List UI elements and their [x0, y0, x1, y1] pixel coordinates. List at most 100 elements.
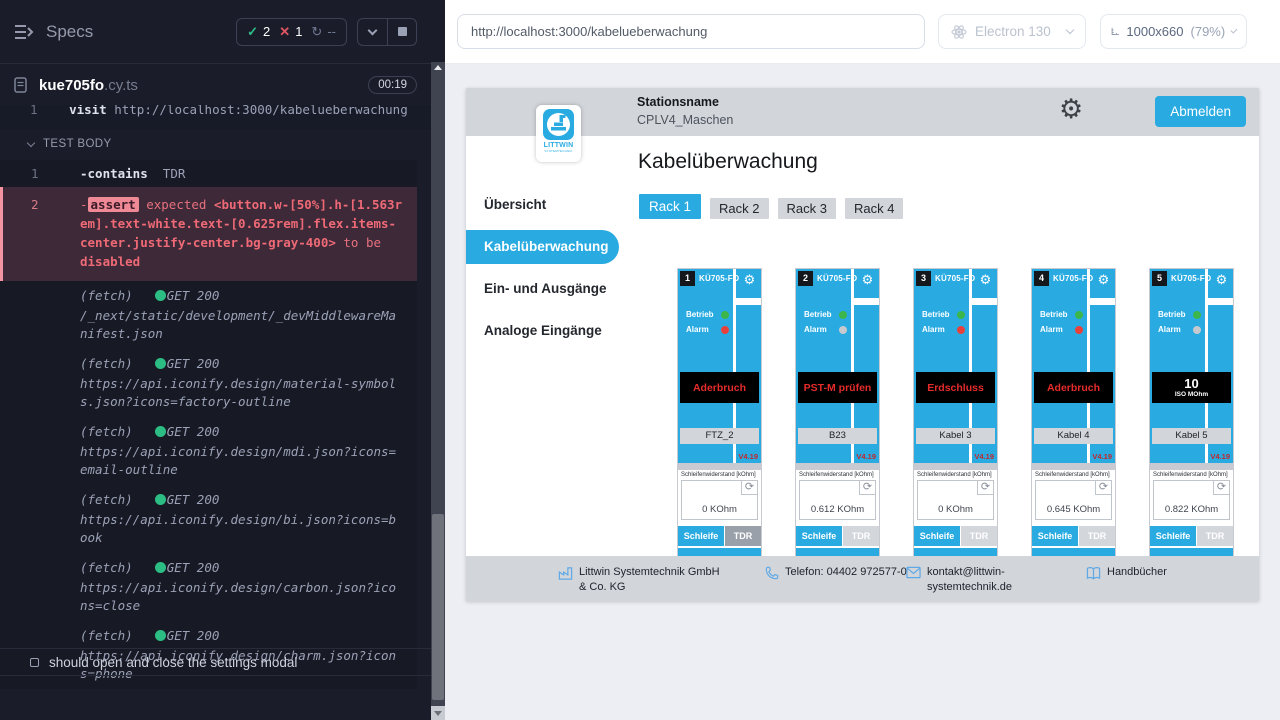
- spec-extension: .cy.ts: [104, 77, 138, 94]
- alarm-led: [957, 326, 965, 334]
- url-input[interactable]: http://localhost:3000/kabelueberwachung: [457, 14, 925, 49]
- viewport-zoom: (79%): [1191, 24, 1226, 39]
- fetch-label: (fetch): [80, 356, 133, 371]
- refresh-icon[interactable]: ⟳: [741, 481, 757, 495]
- test-stats: ✓2 ✕1 ↻--: [236, 18, 347, 46]
- fetch-status: GET 200: [167, 628, 220, 643]
- viewport-select[interactable]: 1000x660 (79%): [1100, 14, 1247, 49]
- firmware-version: V4.19: [974, 452, 994, 461]
- tdr-button[interactable]: TDR: [1197, 526, 1233, 546]
- email-icon: [906, 566, 921, 579]
- cable-name: B23: [798, 428, 877, 444]
- spec-duration-badge: 00:19: [368, 76, 417, 94]
- visit-command-row[interactable]: 1 visit http://localhost:3000/kabelueber…: [0, 105, 431, 129]
- measurement-label: Schleifenwiderstand [kOhm]: [917, 472, 994, 478]
- footer-manuals[interactable]: Handbücher: [1086, 565, 1167, 580]
- littwin-logo-icon: [542, 108, 575, 141]
- alarm-led: [839, 326, 847, 334]
- chevron-down-icon: [1231, 27, 1238, 34]
- tab-rack-4[interactable]: Rack 4: [845, 198, 903, 219]
- status-text: Erdschluss: [927, 382, 984, 394]
- manuals-text[interactable]: Handbücher: [1107, 565, 1167, 580]
- refresh-icon[interactable]: ⟳: [977, 481, 993, 495]
- iso-unit: ISO MOhm: [1175, 391, 1208, 398]
- betrieb-led: [957, 311, 965, 319]
- scroll-down-button[interactable]: [431, 706, 445, 720]
- fetch-url: /_next/static/development/_devMiddleware…: [80, 307, 401, 343]
- schleife-button[interactable]: Schleife: [914, 526, 960, 546]
- fetch-status: GET 200: [167, 356, 220, 371]
- sidebar-item-analoge-eingaenge[interactable]: Analoge Eingänge: [466, 314, 619, 348]
- stop-icon: [398, 27, 407, 36]
- footer-email: kontakt@littwin-systemtechnik.de: [906, 565, 1045, 595]
- measurement-panel: Schleifenwiderstand [kOhm] ⟳ 0.612 KOhm: [796, 470, 879, 525]
- schleife-button[interactable]: Schleife: [678, 526, 724, 546]
- fetch-label: (fetch): [80, 628, 133, 643]
- test-state-icon: [30, 658, 39, 667]
- refresh-icon[interactable]: ⟳: [859, 481, 875, 495]
- fetch-status: GET 200: [167, 492, 220, 507]
- schleife-button[interactable]: Schleife: [1150, 526, 1196, 546]
- success-dot-icon: [155, 290, 166, 301]
- tab-rack-3[interactable]: Rack 3: [778, 198, 836, 219]
- sidebar-item-kabelueberwachung[interactable]: Kabelüberwachung: [466, 230, 619, 264]
- tdr-button[interactable]: TDR: [843, 526, 879, 546]
- divider: [1208, 298, 1233, 305]
- factory-icon: [558, 566, 573, 581]
- module-gear-icon[interactable]: ⚙: [1092, 272, 1115, 288]
- fetch-label: (fetch): [80, 492, 133, 507]
- contains-command-row[interactable]: 1 -contains TDR: [0, 160, 417, 187]
- app-footer: Littwin Systemtechnik GmbH & Co. KG Tele…: [466, 556, 1259, 601]
- scroll-up-icon[interactable]: [434, 65, 442, 70]
- next-test-title: should open and close the settings modal: [49, 655, 297, 670]
- spec-name[interactable]: kue705fo: [39, 77, 104, 94]
- iso-value: 10: [1184, 377, 1198, 391]
- next-test-row[interactable]: should open and close the settings modal: [0, 648, 431, 676]
- cable-name: Kabel 5: [1152, 428, 1231, 444]
- chevron-down-icon: [27, 138, 35, 146]
- test-body-section[interactable]: TEST BODY: [0, 138, 112, 150]
- pending-count: --: [327, 24, 336, 39]
- cable-name: Kabel 4: [1034, 428, 1113, 444]
- logout-button[interactable]: Abmelden: [1155, 96, 1246, 127]
- module-gear-icon[interactable]: ⚙: [856, 272, 879, 288]
- cypress-reporter-panel: Specs ✓2 ✕1 ↻-- kue705fo .cy.ts 00:19 1 …: [0, 0, 445, 720]
- refresh-icon[interactable]: ⟳: [1095, 481, 1111, 495]
- betrieb-label: Betrieb: [1040, 310, 1071, 319]
- schleife-button[interactable]: Schleife: [796, 526, 842, 546]
- browser-select[interactable]: Electron 130: [938, 14, 1086, 49]
- collapse-button[interactable]: [358, 19, 387, 45]
- module-gear-icon[interactable]: ⚙: [974, 272, 997, 288]
- sidebar-item-ein-und-ausgaenge[interactable]: Ein- und Ausgänge: [466, 272, 619, 306]
- failed-assert-row[interactable]: 2 -assert expected <button.w-[50%].h-[1.…: [0, 187, 417, 281]
- stop-button[interactable]: [387, 19, 416, 45]
- measurement-box: ⟳ 0 KOhm: [917, 480, 994, 520]
- assert-prefix: -: [80, 197, 88, 212]
- tab-rack-2[interactable]: Rack 2: [710, 198, 768, 219]
- test-body-label: TEST BODY: [43, 138, 112, 150]
- tdr-button[interactable]: TDR: [1079, 526, 1115, 546]
- chevron-down-icon: [368, 25, 378, 35]
- module-number: 3: [916, 271, 931, 286]
- scrollbar-thumb[interactable]: [432, 514, 444, 700]
- module-number: 5: [1152, 271, 1167, 286]
- reporter-scrollbar[interactable]: [431, 62, 445, 720]
- settings-gear-icon[interactable]: ⚙: [1059, 94, 1083, 125]
- tdr-button[interactable]: TDR: [725, 526, 761, 546]
- tab-rack-1[interactable]: Rack 1: [639, 194, 701, 219]
- module-gear-icon[interactable]: ⚙: [738, 272, 761, 288]
- tdr-button[interactable]: TDR: [961, 526, 997, 546]
- sidebar-item-uebersicht[interactable]: Übersicht: [466, 188, 619, 222]
- fetch-status: GET 200: [167, 288, 220, 303]
- module-number: 4: [1034, 271, 1049, 286]
- fetch-log-entry: (fetch)GET 200 /_next/static/development…: [0, 281, 417, 349]
- refresh-icon[interactable]: ⟳: [1213, 481, 1229, 495]
- firmware-version: V4.19: [738, 452, 758, 461]
- email-text[interactable]: kontakt@littwin-systemtechnik.de: [927, 565, 1045, 595]
- schleife-button[interactable]: Schleife: [1032, 526, 1078, 546]
- measurement-panel: Schleifenwiderstand [kOhm] ⟳ 0 KOhm: [914, 470, 997, 525]
- module-gear-icon[interactable]: ⚙: [1210, 272, 1233, 288]
- spec-row: kue705fo .cy.ts 00:19: [0, 65, 431, 105]
- specs-menu-icon[interactable]: [14, 24, 34, 40]
- fetch-url: https://api.iconify.design/mdi.json?icon…: [80, 443, 401, 479]
